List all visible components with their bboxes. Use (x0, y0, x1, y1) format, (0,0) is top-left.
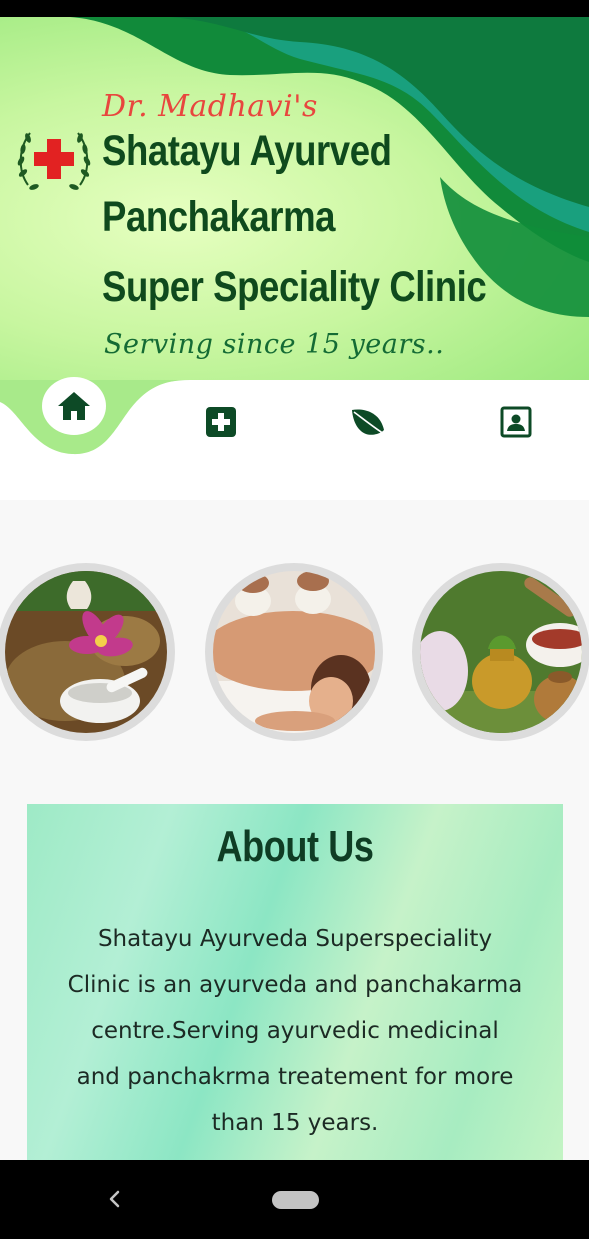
tagline: Serving since 15 years.. (104, 329, 445, 360)
clinic-logo-icon (17, 132, 91, 190)
clinic-name-line-2: Panchakarma (102, 193, 336, 241)
bottom-tab-nav (0, 377, 589, 500)
contact-card-icon (500, 406, 532, 438)
massage-image (213, 571, 375, 733)
doctor-name: Dr. Madhavi's (102, 89, 318, 124)
gallery-image-herbal-pots[interactable] (412, 563, 589, 741)
about-title: About Us (216, 822, 374, 871)
treatment-gallery (0, 505, 589, 785)
home-pill-button[interactable] (272, 1191, 319, 1209)
home-icon (58, 392, 90, 420)
nav-treatments-button[interactable] (201, 402, 241, 442)
medical-cross-icon (206, 407, 236, 437)
about-description: Shatayu Ayurveda Superspeciality Clinic … (67, 926, 523, 1136)
about-us-section: About Us Shatayu Ayurveda Superspecialit… (27, 804, 563, 1164)
status-bar (0, 0, 589, 17)
header-banner: Dr. Madhavi's Shatayu Ayurved Panchakarm… (0, 17, 589, 383)
nav-home-button[interactable] (42, 377, 106, 435)
gallery-image-massage[interactable] (205, 563, 383, 741)
nav-contact-button[interactable] (496, 402, 536, 442)
back-icon[interactable] (104, 1186, 126, 1212)
gallery-image-herbs[interactable] (0, 563, 175, 741)
leaf-icon (352, 409, 385, 435)
clinic-name-line-3: Super Speciality Clinic (102, 263, 487, 311)
nav-herbal-button[interactable] (348, 402, 388, 442)
herbal-pots-image (420, 571, 582, 733)
clinic-name-line-1: Shatayu Ayurved (102, 127, 392, 175)
herbs-image (5, 571, 167, 733)
system-navigation-bar (0, 1160, 589, 1239)
